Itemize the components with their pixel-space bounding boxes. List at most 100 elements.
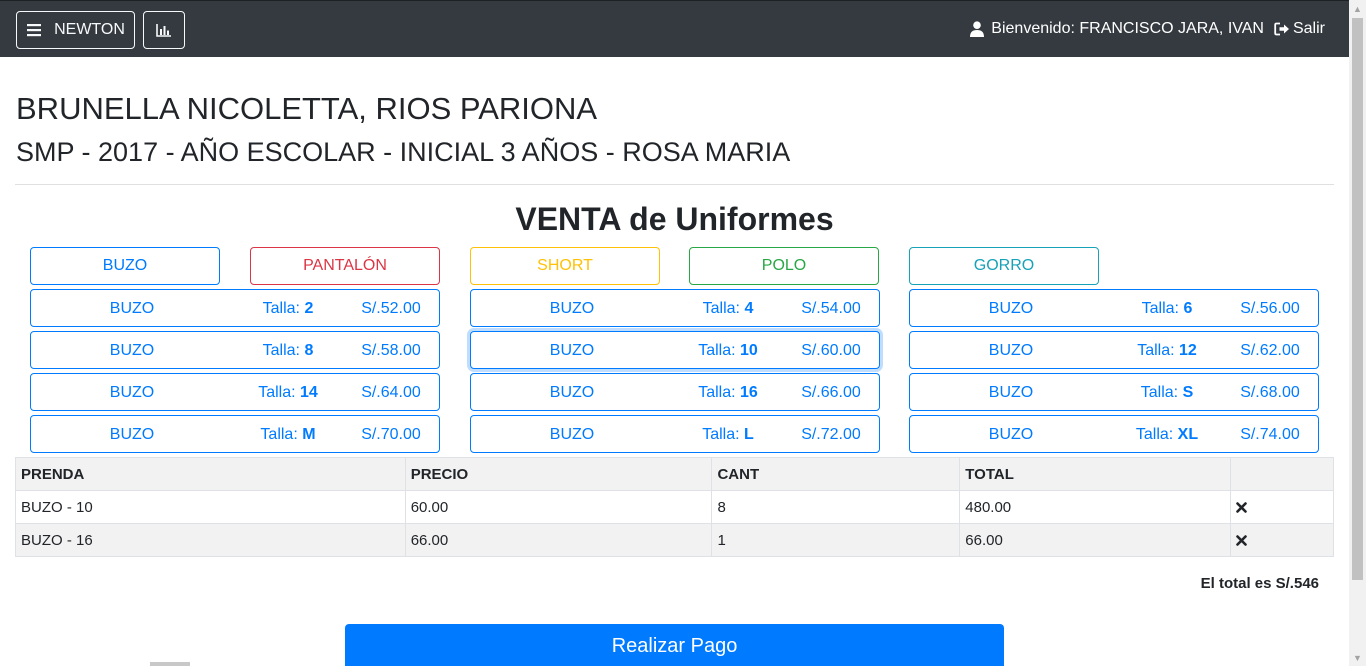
- uniform-item-button[interactable]: BUZO Talla: 16 S/.66.00: [470, 373, 880, 411]
- item-name: BUZO: [549, 384, 595, 401]
- item-name: BUZO: [109, 342, 155, 359]
- size-value: 8: [304, 342, 314, 359]
- uniform-item-button[interactable]: BUZO Talla: 4 S/.54.00: [470, 289, 880, 327]
- scroll-up-arrow-icon[interactable]: ▲: [1349, 0, 1366, 17]
- item-name: BUZO: [988, 300, 1034, 317]
- item-size: Talla: 10: [673, 342, 783, 360]
- size-value: 14: [300, 384, 318, 401]
- size-label: Talla:: [698, 342, 736, 359]
- user-area: Bienvenido: FRANCISCO JARA, IVAN Salir: [970, 20, 1325, 38]
- uniform-item-button[interactable]: BUZO Talla: 10 S/.60.00: [470, 331, 880, 369]
- item-name: BUZO: [109, 384, 155, 401]
- size-value: 10: [740, 342, 758, 359]
- column-header-total: TOTAL: [959, 457, 1232, 491]
- size-label: Talla:: [1141, 300, 1179, 317]
- size-value: 12: [1179, 342, 1197, 359]
- size-label: Talla:: [1140, 384, 1179, 401]
- size-label: Talla:: [698, 384, 736, 401]
- size-value: 16: [740, 384, 758, 401]
- cell-qty: 1: [711, 523, 961, 557]
- item-name: BUZO: [988, 384, 1034, 401]
- item-size: Talla: 14: [233, 384, 343, 402]
- close-icon[interactable]: [1236, 502, 1247, 513]
- scroll-down-arrow-icon[interactable]: ▼: [1349, 649, 1366, 666]
- size-label: Talla:: [258, 384, 296, 401]
- item-size: Talla: 16: [673, 384, 783, 402]
- divider: [15, 184, 1334, 185]
- item-name: BUZO: [988, 426, 1034, 443]
- close-icon[interactable]: [1236, 535, 1247, 546]
- vertical-scrollbar[interactable]: ▲ ▼: [1349, 0, 1366, 666]
- size-value: M: [302, 426, 316, 443]
- column-header-precio: PRECIO: [404, 457, 713, 491]
- welcome-message: Bienvenido: FRANCISCO JARA, IVAN: [970, 20, 1264, 38]
- table-row: BUZO - 16 66.00 1 66.00: [15, 523, 1334, 557]
- category-buzo-button[interactable]: BUZO: [30, 247, 220, 285]
- category-label: BUZO: [102, 257, 148, 274]
- category-label: PANTALÓN: [303, 257, 387, 274]
- user-icon: [970, 21, 985, 37]
- uniform-item-button[interactable]: BUZO Talla: 12 S/.62.00: [909, 331, 1319, 369]
- category-polo-button[interactable]: POLO: [689, 247, 879, 285]
- item-price: S/.52.00: [361, 300, 421, 317]
- cell-item: BUZO - 10: [15, 490, 406, 524]
- item-size: Talla: L: [673, 426, 783, 444]
- item-size: Talla: 6: [1112, 300, 1222, 318]
- item-name: BUZO: [549, 342, 595, 359]
- size-label: Talla:: [260, 426, 298, 443]
- category-label: GORRO: [973, 257, 1035, 274]
- category-label: SHORT: [537, 257, 593, 274]
- item-size: Talla: 4: [673, 300, 783, 318]
- uniform-item-button[interactable]: BUZO Talla: XL S/.74.00: [909, 415, 1319, 453]
- size-value: 6: [1183, 300, 1193, 317]
- cell-price: 60.00: [404, 490, 713, 524]
- item-price: S/.68.00: [1240, 384, 1300, 401]
- logout-link[interactable]: Salir: [1274, 20, 1325, 38]
- uniform-item-button[interactable]: BUZO Talla: L S/.72.00: [470, 415, 880, 453]
- enrollment-detail: SMP - 2017 - AÑO ESCOLAR - INICIAL 3 AÑO…: [16, 137, 791, 167]
- student-name: BRUNELLA NICOLETTA, RIOS PARIONA: [16, 91, 598, 126]
- table-header-row: PRENDA PRECIO CANT TOTAL: [15, 457, 1334, 491]
- size-label: Talla:: [262, 342, 300, 359]
- item-price: S/.72.00: [801, 426, 861, 443]
- item-size: Talla: 2: [233, 300, 343, 318]
- sidebar-toggle-button[interactable]: NEWTON: [16, 11, 135, 49]
- item-name: BUZO: [109, 426, 155, 443]
- uniform-item-button[interactable]: BUZO Talla: 8 S/.58.00: [30, 331, 440, 369]
- cell-price: 66.00: [404, 523, 713, 557]
- uniform-item-button[interactable]: BUZO Talla: M S/.70.00: [30, 415, 440, 453]
- uniform-item-button[interactable]: BUZO Talla: 14 S/.64.00: [30, 373, 440, 411]
- page: NEWTON Bienvenido: FRANCISCO JARA, IVAN: [0, 0, 1349, 666]
- bar-chart-icon: [156, 24, 171, 37]
- column-header-prenda: PRENDA: [15, 457, 406, 491]
- category-gorro-button[interactable]: GORRO: [909, 247, 1099, 285]
- item-size: Talla: M: [233, 426, 343, 444]
- uniform-item-button[interactable]: BUZO Talla: 2 S/.52.00: [30, 289, 440, 327]
- item-price: S/.60.00: [801, 342, 861, 359]
- size-label: Talla:: [702, 426, 740, 443]
- navbar: NEWTON Bienvenido: FRANCISCO JARA, IVAN: [0, 0, 1349, 57]
- size-value: XL: [1177, 426, 1199, 443]
- pay-button[interactable]: Realizar Pago: [345, 624, 1004, 666]
- uniform-item-button[interactable]: BUZO Talla: 6 S/.56.00: [909, 289, 1319, 327]
- scrollbar-thumb[interactable]: [1352, 18, 1363, 580]
- uniform-item-button[interactable]: BUZO Talla: S S/.68.00: [909, 373, 1319, 411]
- reports-button[interactable]: [143, 11, 185, 49]
- cart-table: PRENDA PRECIO CANT TOTAL BUZO - 10 60.00…: [15, 457, 1334, 557]
- item-size: Talla: 8: [233, 342, 343, 360]
- logout-label: Salir: [1292, 20, 1325, 37]
- item-price: S/.64.00: [361, 384, 421, 401]
- item-size: Talla: 12: [1112, 342, 1222, 360]
- welcome-text: Bienvenido: FRANCISCO JARA, IVAN: [991, 20, 1264, 37]
- item-price: S/.74.00: [1240, 426, 1300, 443]
- size-label: Talla:: [1137, 342, 1175, 359]
- item-price: S/.70.00: [361, 426, 421, 443]
- item-price: S/.58.00: [361, 342, 421, 359]
- size-label: Talla:: [262, 300, 300, 317]
- category-short-button[interactable]: SHORT: [470, 247, 660, 285]
- category-label: POLO: [761, 257, 807, 274]
- item-size: Talla: S: [1112, 384, 1222, 402]
- category-pantalon-button[interactable]: PANTALÓN: [250, 247, 440, 285]
- sign-out-icon: [1274, 22, 1289, 36]
- item-price: S/.62.00: [1240, 342, 1300, 359]
